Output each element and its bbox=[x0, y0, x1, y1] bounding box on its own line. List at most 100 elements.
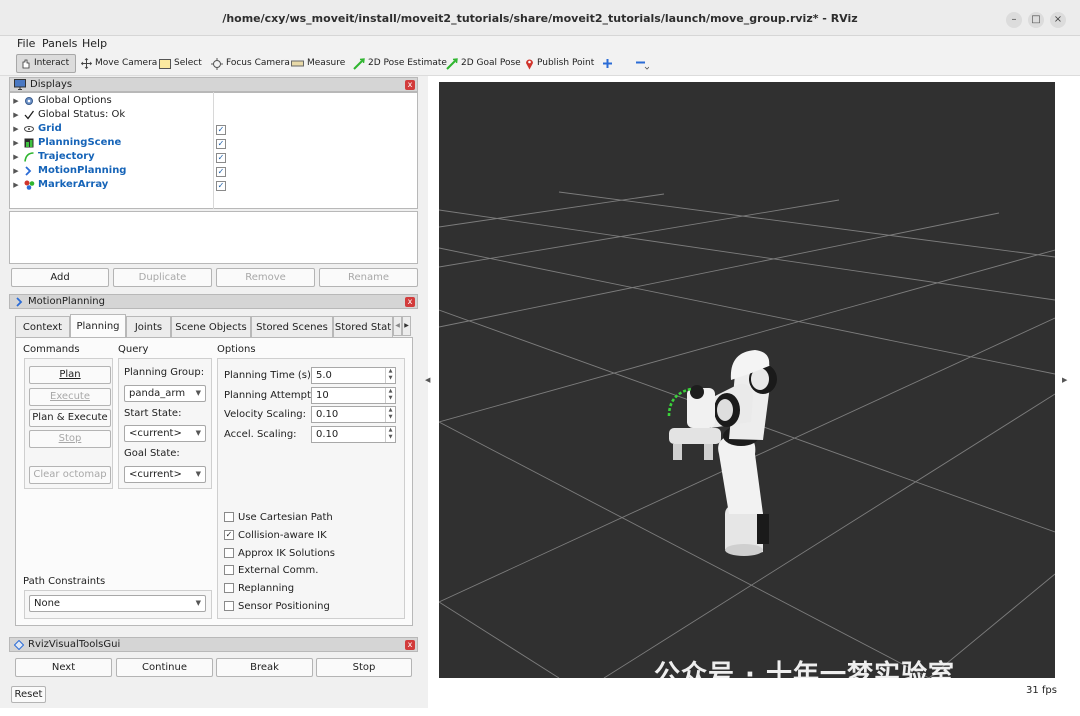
plan-button[interactable]: Plan bbox=[29, 366, 111, 384]
tab-scene-objects[interactable]: Scene Objects bbox=[171, 316, 251, 337]
tree-item-label: Trajectory bbox=[38, 151, 95, 162]
add-tool-button[interactable] bbox=[599, 54, 616, 73]
tree-item-global-status[interactable]: ▶ Global Status: Ok bbox=[10, 108, 125, 122]
approx-ik-option[interactable]: Approx IK Solutions bbox=[224, 546, 335, 560]
plan-execute-button[interactable]: Plan & Execute bbox=[29, 409, 111, 427]
tree-item-grid[interactable]: ▶ Grid bbox=[10, 122, 61, 136]
expand-arrow-icon[interactable]: ▶ bbox=[10, 122, 22, 136]
start-state-select[interactable]: <current> ▼ bbox=[124, 425, 206, 442]
tree-item-trajectory[interactable]: ▶ Trajectory bbox=[10, 150, 95, 164]
expand-arrow-icon[interactable]: ▶ bbox=[10, 94, 22, 108]
external-comm-option[interactable]: External Comm. bbox=[224, 563, 318, 577]
tree-item-global-options[interactable]: ▶ Global Options bbox=[10, 94, 112, 108]
maximize-button[interactable]: □ bbox=[1028, 12, 1044, 28]
reset-button[interactable]: Reset bbox=[11, 686, 46, 703]
use-cartesian-path-option[interactable]: Use Cartesian Path bbox=[224, 510, 333, 524]
tab-scroll-right-icon[interactable]: ▶ bbox=[402, 316, 411, 336]
expand-arrow-icon[interactable]: ▶ bbox=[10, 178, 22, 192]
tab-scroll-left-icon[interactable]: ◀ bbox=[393, 316, 402, 336]
focus-camera-label: Focus Camera bbox=[226, 58, 290, 68]
collision-aware-ik-option[interactable]: ✓ Collision-aware IK bbox=[224, 528, 327, 542]
goal-state-label: Goal State: bbox=[124, 448, 180, 459]
pose-estimate-tool[interactable]: 2D Pose Estimate bbox=[350, 54, 450, 73]
replanning-checkbox[interactable] bbox=[224, 583, 234, 593]
replanning-option[interactable]: Replanning bbox=[224, 581, 294, 595]
render-viewport[interactable] bbox=[439, 82, 1055, 678]
menu-panels[interactable]: Panels bbox=[42, 36, 77, 52]
fps-counter: 31 fps bbox=[1026, 685, 1057, 696]
motion-planning-close-icon[interactable]: x bbox=[405, 297, 415, 307]
expand-arrow-icon[interactable]: ▶ bbox=[10, 150, 22, 164]
approx-ik-checkbox[interactable] bbox=[224, 548, 234, 558]
expand-arrow-icon[interactable]: ▶ bbox=[10, 136, 22, 150]
sensor-positioning-checkbox[interactable] bbox=[224, 601, 234, 611]
tree-item-label: MotionPlanning bbox=[38, 165, 127, 176]
collapse-right-icon[interactable]: ▶ bbox=[1062, 376, 1067, 384]
remove-display-button[interactable]: Remove bbox=[216, 268, 315, 287]
external-comm-checkbox[interactable] bbox=[224, 565, 234, 575]
measure-tool[interactable]: Measure bbox=[288, 54, 348, 73]
move-camera-icon bbox=[81, 58, 92, 69]
clear-octomap-button[interactable]: Clear octomap bbox=[29, 466, 111, 484]
use-cartesian-path-checkbox[interactable] bbox=[224, 512, 234, 522]
visual-tools-close-icon[interactable]: x bbox=[405, 640, 415, 650]
spin-arrows-icon[interactable]: ▲ ▼ bbox=[385, 407, 395, 422]
focus-camera-tool[interactable]: Focus Camera bbox=[208, 54, 293, 73]
planning-time-input[interactable]: 5.0 ▲ ▼ bbox=[311, 367, 396, 384]
interact-tool[interactable]: Interact bbox=[16, 54, 76, 73]
motion-planning-icon bbox=[22, 165, 36, 177]
collapse-left-icon[interactable]: ◀ bbox=[425, 376, 430, 384]
move-camera-tool[interactable]: Move Camera bbox=[78, 54, 160, 73]
grid-enabled-checkbox[interactable]: ✓ bbox=[216, 125, 226, 135]
tab-stored-scenes[interactable]: Stored Scenes bbox=[251, 316, 333, 337]
tree-item-planning-scene[interactable]: ▶ PlanningScene bbox=[10, 136, 121, 150]
trajectory-enabled-checkbox[interactable]: ✓ bbox=[216, 153, 226, 163]
remove-tool-button[interactable] bbox=[632, 54, 652, 73]
collision-aware-ik-checkbox[interactable]: ✓ bbox=[224, 530, 234, 540]
menu-help[interactable]: Help bbox=[82, 36, 107, 52]
accel-scaling-input[interactable]: 0.10 ▲ ▼ bbox=[311, 426, 396, 443]
sensor-positioning-option[interactable]: Sensor Positioning bbox=[224, 599, 330, 613]
tab-stored-states[interactable]: Stored Stat bbox=[333, 316, 393, 337]
duplicate-display-button[interactable]: Duplicate bbox=[113, 268, 212, 287]
add-display-button[interactable]: Add bbox=[11, 268, 109, 287]
continue-button[interactable]: Continue bbox=[116, 658, 213, 677]
velocity-scaling-input[interactable]: 0.10 ▲ ▼ bbox=[311, 406, 396, 423]
planning-scene-enabled-checkbox[interactable]: ✓ bbox=[216, 139, 226, 149]
planning-group-select[interactable]: panda_arm ▼ bbox=[124, 385, 206, 402]
select-tool[interactable]: Select bbox=[156, 54, 205, 73]
tree-item-motion-planning[interactable]: ▶ MotionPlanning bbox=[10, 164, 126, 178]
stop-button[interactable]: Stop bbox=[316, 658, 412, 677]
path-constraints-select[interactable]: None ▼ bbox=[29, 595, 206, 612]
publish-point-tool[interactable]: Publish Point bbox=[522, 54, 597, 73]
spin-arrows-icon[interactable]: ▲ ▼ bbox=[385, 388, 395, 403]
execute-button[interactable]: Execute bbox=[29, 388, 111, 406]
spin-arrows-icon[interactable]: ▲ ▼ bbox=[385, 368, 395, 383]
expand-arrow-icon[interactable]: ▶ bbox=[10, 164, 22, 178]
goal-pose-tool[interactable]: 2D Goal Pose bbox=[443, 54, 524, 73]
expand-arrow-icon[interactable]: ▶ bbox=[10, 108, 22, 122]
velocity-scaling-value: 0.10 bbox=[316, 409, 339, 420]
motion-planning-title: MotionPlanning bbox=[28, 296, 105, 307]
planning-attempts-input[interactable]: 10 ▲ ▼ bbox=[311, 387, 396, 404]
tab-planning[interactable]: Planning bbox=[70, 314, 126, 338]
motion-planning-enabled-checkbox[interactable]: ✓ bbox=[216, 167, 226, 177]
motion-planning-panel-header: MotionPlanning x bbox=[9, 294, 418, 309]
close-button[interactable]: × bbox=[1050, 12, 1066, 28]
tab-context[interactable]: Context bbox=[15, 316, 70, 337]
tab-joints[interactable]: Joints bbox=[126, 316, 171, 337]
pose-estimate-label: 2D Pose Estimate bbox=[368, 58, 447, 68]
displays-close-icon[interactable]: x bbox=[405, 80, 415, 90]
goal-state-select[interactable]: <current> ▼ bbox=[124, 466, 206, 483]
next-button[interactable]: Next bbox=[15, 658, 112, 677]
marker-array-enabled-checkbox[interactable]: ✓ bbox=[216, 181, 226, 191]
planning-group-value: panda_arm bbox=[129, 388, 186, 399]
spin-arrows-icon[interactable]: ▲ ▼ bbox=[385, 427, 395, 442]
stop-planning-button[interactable]: Stop bbox=[29, 430, 111, 448]
minimize-button[interactable]: – bbox=[1006, 12, 1022, 28]
tree-item-label: Global Options bbox=[38, 95, 112, 106]
tree-item-marker-array[interactable]: ▶ MarkerArray bbox=[10, 178, 108, 192]
menu-file[interactable]: File bbox=[17, 36, 35, 52]
rename-display-button[interactable]: Rename bbox=[319, 268, 418, 287]
break-button[interactable]: Break bbox=[216, 658, 313, 677]
